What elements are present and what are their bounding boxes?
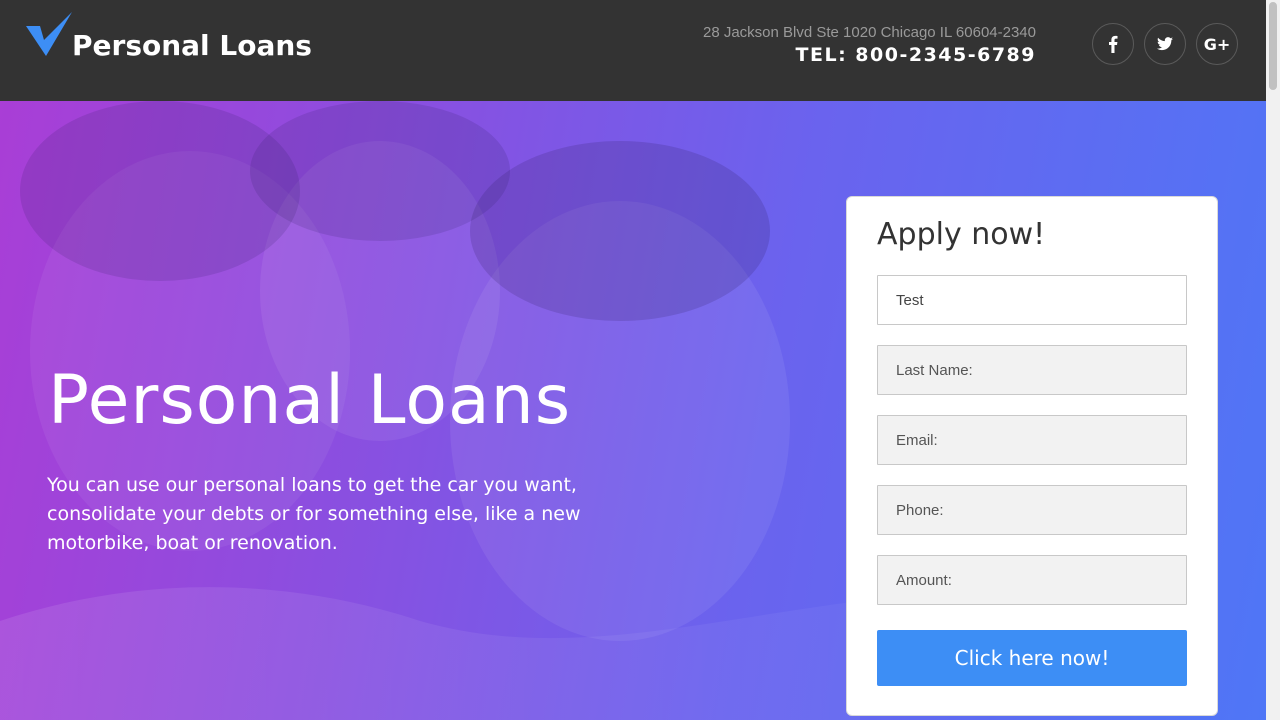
hero-title: Personal Loans	[48, 361, 572, 440]
google-plus-glyph: G+	[1203, 34, 1231, 54]
first-name-input[interactable]	[877, 275, 1187, 325]
scrollbar[interactable]	[1266, 0, 1280, 720]
brand-name: Personal Loans	[72, 29, 312, 62]
amount-input[interactable]	[877, 555, 1187, 605]
twitter-icon[interactable]	[1144, 23, 1186, 65]
last-name-input[interactable]	[877, 345, 1187, 395]
apply-form-card: Apply now! Click here now!	[846, 196, 1218, 716]
email-input[interactable]	[877, 415, 1187, 465]
form-title: Apply now!	[877, 217, 1046, 252]
site-header: Personal Loans 28 Jackson Blvd Ste 1020 …	[0, 0, 1280, 101]
contact-info: 28 Jackson Blvd Ste 1020 Chicago IL 6060…	[703, 24, 1036, 66]
submit-button[interactable]: Click here now!	[877, 630, 1187, 686]
logo[interactable]: Personal Loans	[26, 12, 312, 62]
social-links: G+	[1092, 23, 1238, 65]
google-plus-icon[interactable]: G+	[1196, 23, 1238, 65]
phone-input[interactable]	[877, 485, 1187, 535]
hero-description: You can use our personal loans to get th…	[47, 474, 581, 554]
scrollbar-thumb[interactable]	[1269, 2, 1277, 90]
phone-number: TEL: 800-2345-6789	[795, 44, 1036, 66]
checkmark-logo-icon	[26, 12, 72, 56]
address-text: 28 Jackson Blvd Ste 1020 Chicago IL 6060…	[702, 24, 1036, 41]
facebook-icon[interactable]	[1092, 23, 1134, 65]
